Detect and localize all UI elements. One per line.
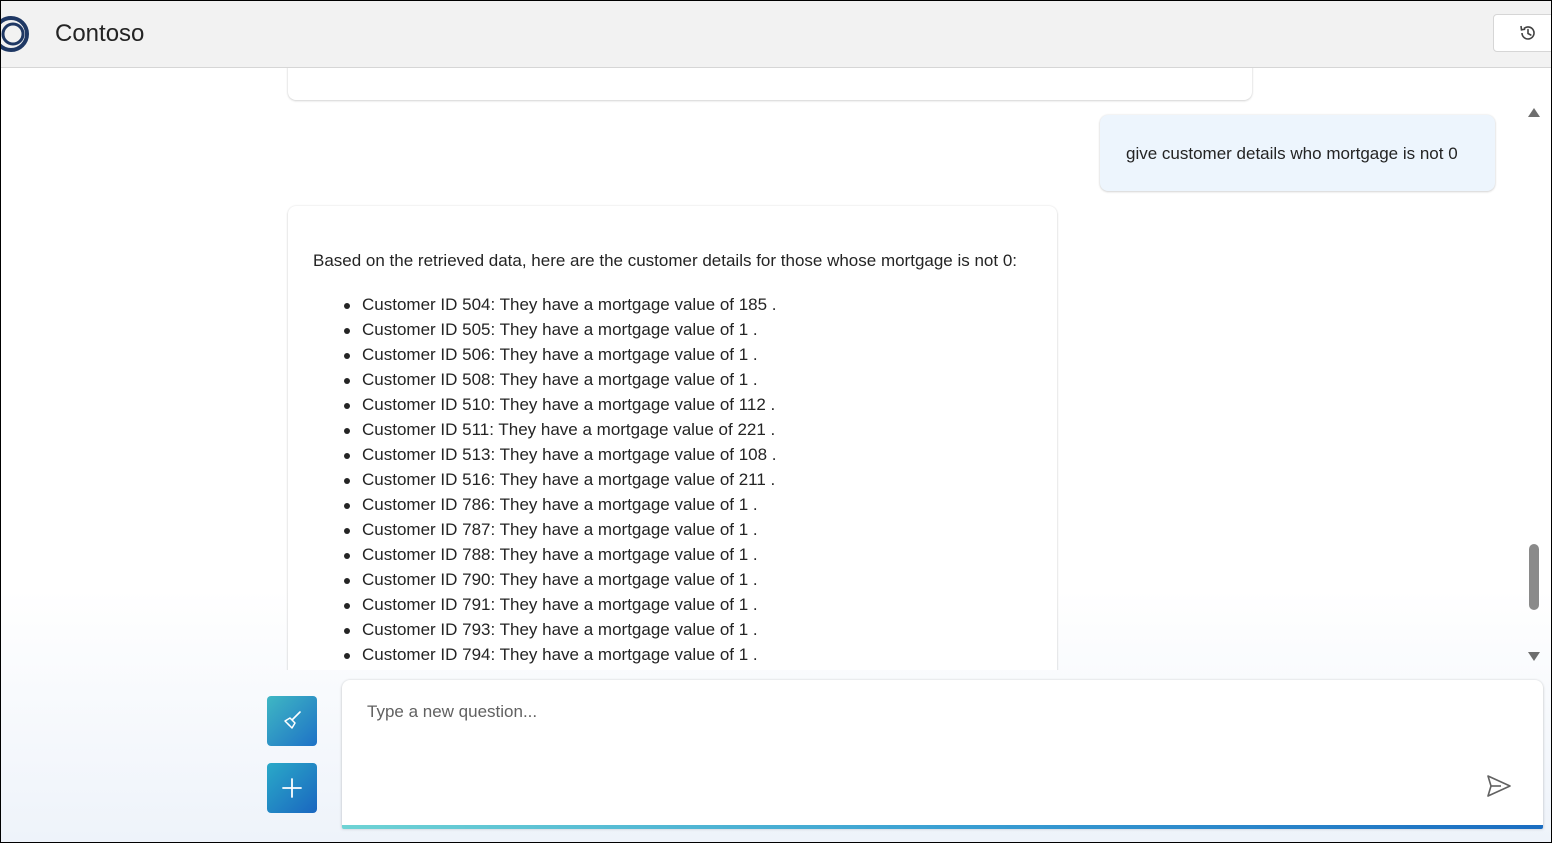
list-item: Customer ID 786: They have a mortgage va… [344, 492, 777, 517]
list-item: Customer ID 510: They have a mortgage va… [344, 392, 777, 417]
history-button[interactable] [1493, 14, 1551, 52]
list-item: Customer ID 790: They have a mortgage va… [344, 567, 777, 592]
scrollbar-thumb[interactable] [1529, 544, 1539, 610]
plus-icon [282, 778, 302, 798]
list-item: Customer ID 506: They have a mortgage va… [344, 342, 777, 367]
user-message-bubble: give customer details who mortgage is no… [1100, 115, 1495, 191]
assistant-answer-card: Based on the retrieved data, here are th… [288, 206, 1057, 670]
clear-chat-button[interactable] [267, 696, 317, 746]
scroll-up-arrow[interactable] [1528, 108, 1540, 117]
contoso-logo-icon [1, 16, 29, 52]
scroll-down-arrow[interactable] [1528, 652, 1540, 661]
question-input-container [342, 680, 1543, 828]
list-item: Customer ID 794: They have a mortgage va… [344, 642, 777, 667]
answer-intro-text: Based on the retrieved data, here are th… [313, 251, 1018, 270]
broom-icon [284, 711, 301, 729]
list-item: Customer ID 793: They have a mortgage va… [344, 617, 777, 642]
app-window: Contoso give customer details who mortga… [0, 0, 1552, 843]
list-item: Customer ID 513: They have a mortgage va… [344, 442, 777, 467]
list-item: Customer ID 505: They have a mortgage va… [344, 317, 777, 342]
list-item: Customer ID 791: They have a mortgage va… [344, 592, 777, 617]
list-item: Customer ID 516: They have a mortgage va… [344, 467, 777, 492]
list-item: Customer ID 508: They have a mortgage va… [344, 367, 777, 392]
answer-list: Customer ID 504: They have a mortgage va… [344, 292, 777, 667]
app-title: Contoso [55, 20, 145, 47]
list-item: Customer ID 504: They have a mortgage va… [344, 292, 777, 317]
input-accent-underline [342, 825, 1543, 829]
new-chat-button[interactable] [267, 763, 317, 813]
list-item: Customer ID 788: They have a mortgage va… [344, 542, 777, 567]
app-header: Contoso [1, 1, 1551, 68]
question-input[interactable] [342, 680, 1517, 822]
send-icon[interactable] [1485, 772, 1513, 800]
history-icon [1520, 25, 1535, 40]
user-message-text: give customer details who mortgage is no… [1126, 144, 1458, 163]
list-item: Customer ID 511: They have a mortgage va… [344, 417, 777, 442]
previous-answer-card [288, 68, 1252, 100]
chat-transcript[interactable]: give customer details who mortgage is no… [1, 68, 1551, 670]
list-item: Customer ID 787: They have a mortgage va… [344, 517, 777, 542]
